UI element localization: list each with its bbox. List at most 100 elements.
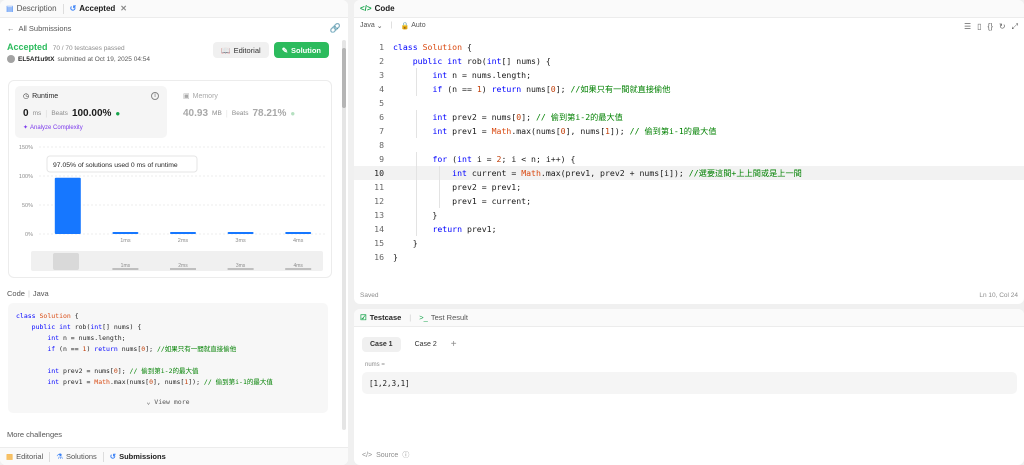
- language-select[interactable]: Java ⌄: [360, 22, 383, 30]
- line-number: 4: [379, 84, 384, 94]
- line-text: prev1 = current;: [393, 196, 532, 206]
- solution-button[interactable]: ✎ Solution: [273, 42, 329, 58]
- sparkle-icon: ✦: [23, 125, 29, 131]
- info-icon[interactable]: i: [151, 92, 159, 100]
- indent-guide: [439, 194, 440, 208]
- submission-subheader: ← All Submissions 🔗: [0, 18, 348, 38]
- result-info: Accepted 70 / 70 testcases passed EL5Af1…: [7, 42, 150, 63]
- autosave-toggle[interactable]: 🔒 Auto: [401, 22, 426, 30]
- bookmark-icon[interactable]: ▯: [977, 22, 981, 32]
- source-label: Source: [376, 451, 399, 459]
- line-text: }: [432, 210, 438, 220]
- analyze-complexity-link[interactable]: ✦ Analyze Complexity: [23, 124, 159, 132]
- terminal-icon: >_: [419, 313, 428, 322]
- add-case-icon[interactable]: +: [451, 339, 457, 350]
- saved-status: Saved: [360, 292, 379, 299]
- runtime-beats-value: 100.00%: [71, 108, 112, 119]
- chip-icon: ▣: [183, 93, 190, 100]
- line-number: 8: [379, 140, 384, 150]
- notes-icon[interactable]: ☰: [964, 22, 971, 32]
- memory-beats-label: Beats: [231, 110, 249, 117]
- expand-icon[interactable]: ⤢: [1012, 22, 1018, 32]
- back-to-submissions[interactable]: ← All Submissions: [7, 24, 71, 33]
- indent-guide: [416, 194, 417, 208]
- tab-description-label: Description: [16, 4, 57, 13]
- memory-beats-value: 78.21%: [252, 108, 287, 119]
- memory-card[interactable]: ▣ Memory 40.93 MB | Beats 78.21% ●: [175, 86, 327, 138]
- format-braces-icon[interactable]: {}: [988, 22, 993, 32]
- username[interactable]: EL5Af1u9tX: [18, 56, 54, 63]
- close-icon[interactable]: ✕: [120, 4, 127, 13]
- memory-value: 40.93: [183, 108, 209, 119]
- line-text: class Solution {: [393, 42, 472, 52]
- editor-line: 5: [354, 96, 1024, 110]
- editor-line: 13 }: [354, 208, 1024, 222]
- y-tick-label: 100%: [19, 174, 33, 180]
- app-root: ▤ Description ↺ Accepted ✕ ← All Submiss…: [0, 0, 1024, 465]
- runtime-title-label: Runtime: [32, 92, 59, 100]
- line-number: 1: [379, 42, 384, 52]
- editorial-button[interactable]: 📖 Editorial: [213, 42, 269, 58]
- code-line: public int rob(int[] nums) {: [31, 323, 142, 331]
- link-icon[interactable]: 🔗: [330, 23, 341, 34]
- help-icon[interactable]: ⓘ: [402, 450, 409, 460]
- tab-description[interactable]: ▤ Description: [0, 0, 63, 18]
- tab-code[interactable]: </> Code: [354, 0, 401, 18]
- indent-guide: [416, 208, 417, 222]
- reset-icon[interactable]: ↻: [999, 22, 1006, 32]
- y-tick-label: 0%: [25, 232, 33, 238]
- code-line: int n = nums.length;: [47, 334, 126, 342]
- editor-line: 10 int current = Math.max(prev1, prev2 +…: [354, 166, 1024, 180]
- memory-unit: MB: [212, 110, 222, 117]
- line-text: }: [393, 252, 398, 262]
- line-text: [384, 96, 393, 110]
- editor-line: 6 int prev2 = nums[0]; // 偷到第i-2的最大值: [354, 110, 1024, 124]
- case-1-button[interactable]: Case 1: [362, 337, 401, 352]
- testcases-passed: 70 / 70 testcases passed: [52, 45, 125, 52]
- x-tick-label: 1ms: [120, 238, 131, 244]
- range-handle: [53, 253, 79, 270]
- line-number: 15: [374, 238, 384, 248]
- left-panel: ▤ Description ↺ Accepted ✕ ← All Submiss…: [0, 0, 348, 465]
- overview-tick-label: 3ms: [236, 263, 246, 269]
- left-scrollbar-thumb[interactable]: [342, 48, 346, 108]
- editor-line: 2 public int rob(int[] nums) {: [354, 54, 1024, 68]
- code-section-label: Code: [7, 288, 25, 298]
- history-icon: ↺: [69, 3, 77, 13]
- more-challenges[interactable]: More challenges: [7, 430, 62, 439]
- view-more-label: View more: [154, 398, 190, 406]
- tab-test-result[interactable]: >_ Test Result: [419, 313, 468, 322]
- submitted-code-block: class Solution { public int rob(int[] nu…: [8, 303, 328, 413]
- tab-testcase[interactable]: ☑ Testcase: [360, 313, 401, 322]
- editor-line: 1 class Solution {: [354, 40, 1024, 54]
- source-link[interactable]: </> Source ⓘ: [362, 450, 409, 460]
- runtime-value: 0: [23, 108, 29, 119]
- line-text: for (int i = 2; i < n; i++) {: [432, 154, 576, 164]
- case-2-button[interactable]: Case 2: [407, 337, 445, 352]
- status-accepted: Accepted: [7, 42, 48, 52]
- editor-line: 16}: [354, 250, 1024, 264]
- editor-toolbar: Java ⌄ | 🔒 Auto: [354, 18, 1024, 33]
- arrow-left-icon: ←: [7, 23, 15, 33]
- variable-input[interactable]: [1,2,3,1]: [362, 372, 1017, 394]
- view-more-button[interactable]: ⌄ View more: [8, 397, 328, 408]
- editor-line: 12 prev1 = current;: [354, 194, 1024, 208]
- header-divider: |: [27, 288, 30, 298]
- line-text: int n = nums.length;: [432, 70, 532, 80]
- tooltip-text: 97.05% of solutions used 0 ms of runtime: [53, 162, 178, 169]
- line-text: prev2 = prev1;: [393, 182, 522, 192]
- tab-submissions[interactable]: ↺ Submissions: [104, 448, 172, 465]
- left-bottom-tabbar: ▦ Editorial ⚗ Solutions ↺ Submissions: [0, 447, 348, 465]
- tab-editorial[interactable]: ▦ Editorial: [0, 448, 49, 465]
- tab-solutions[interactable]: ⚗ Solutions: [50, 448, 103, 465]
- line-text: return prev1;: [432, 224, 497, 234]
- indent-guide: [416, 124, 417, 138]
- tab-submissions-label: Submissions: [119, 452, 166, 461]
- document-icon: ▤: [6, 3, 14, 13]
- runtime-card[interactable]: ◷ Runtime i 0 ms | Beats 100.00% ● ✦ Ana…: [15, 86, 167, 138]
- tab-accepted[interactable]: ↺ Accepted ✕: [64, 0, 133, 18]
- code-editor[interactable]: 1 class Solution { 2 public int rob(int[] …: [354, 40, 1024, 280]
- code-icon: </>: [360, 4, 372, 13]
- line-number: 3: [379, 70, 384, 80]
